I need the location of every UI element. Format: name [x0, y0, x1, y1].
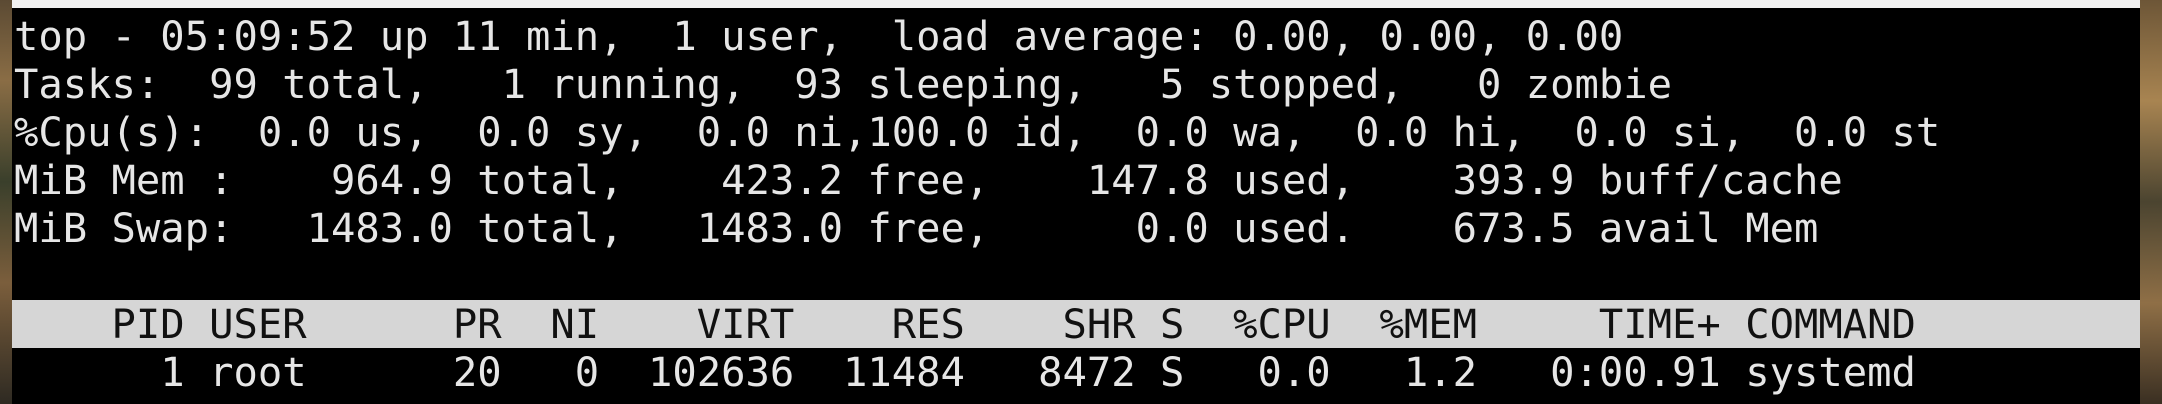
window-top-edge: [0, 0, 2162, 8]
cpu-summary-line: %Cpu(s): 0.0 us, 0.0 sy, 0.0 ni,100.0 id…: [14, 108, 1941, 156]
terminal-output[interactable]: top - 05:09:52 up 11 min, 1 user, load a…: [12, 10, 2140, 404]
top-terminal-window: top - 05:09:52 up 11 min, 1 user, load a…: [0, 0, 2162, 404]
process-table-header-text: PID USER PR NI VIRT RES SHR S %CPU %MEM …: [14, 300, 1916, 348]
swap-summary-line: MiB Swap: 1483.0 total, 1483.0 free, 0.0…: [14, 204, 1819, 252]
wallpaper-right-edge: [2140, 0, 2162, 404]
memory-summary-line: MiB Mem : 964.9 total, 423.2 free, 147.8…: [14, 156, 1843, 204]
wallpaper-left-edge: [0, 0, 12, 404]
uptime-load-line: top - 05:09:52 up 11 min, 1 user, load a…: [14, 12, 1624, 60]
process-table-header: PID USER PR NI VIRT RES SHR S %CPU %MEM …: [12, 300, 2140, 348]
table-row[interactable]: 1 root 20 0 102636 11484 8472 S 0.0 1.2 …: [14, 348, 1916, 396]
tasks-summary-line: Tasks: 99 total, 1 running, 93 sleeping,…: [14, 60, 1673, 108]
